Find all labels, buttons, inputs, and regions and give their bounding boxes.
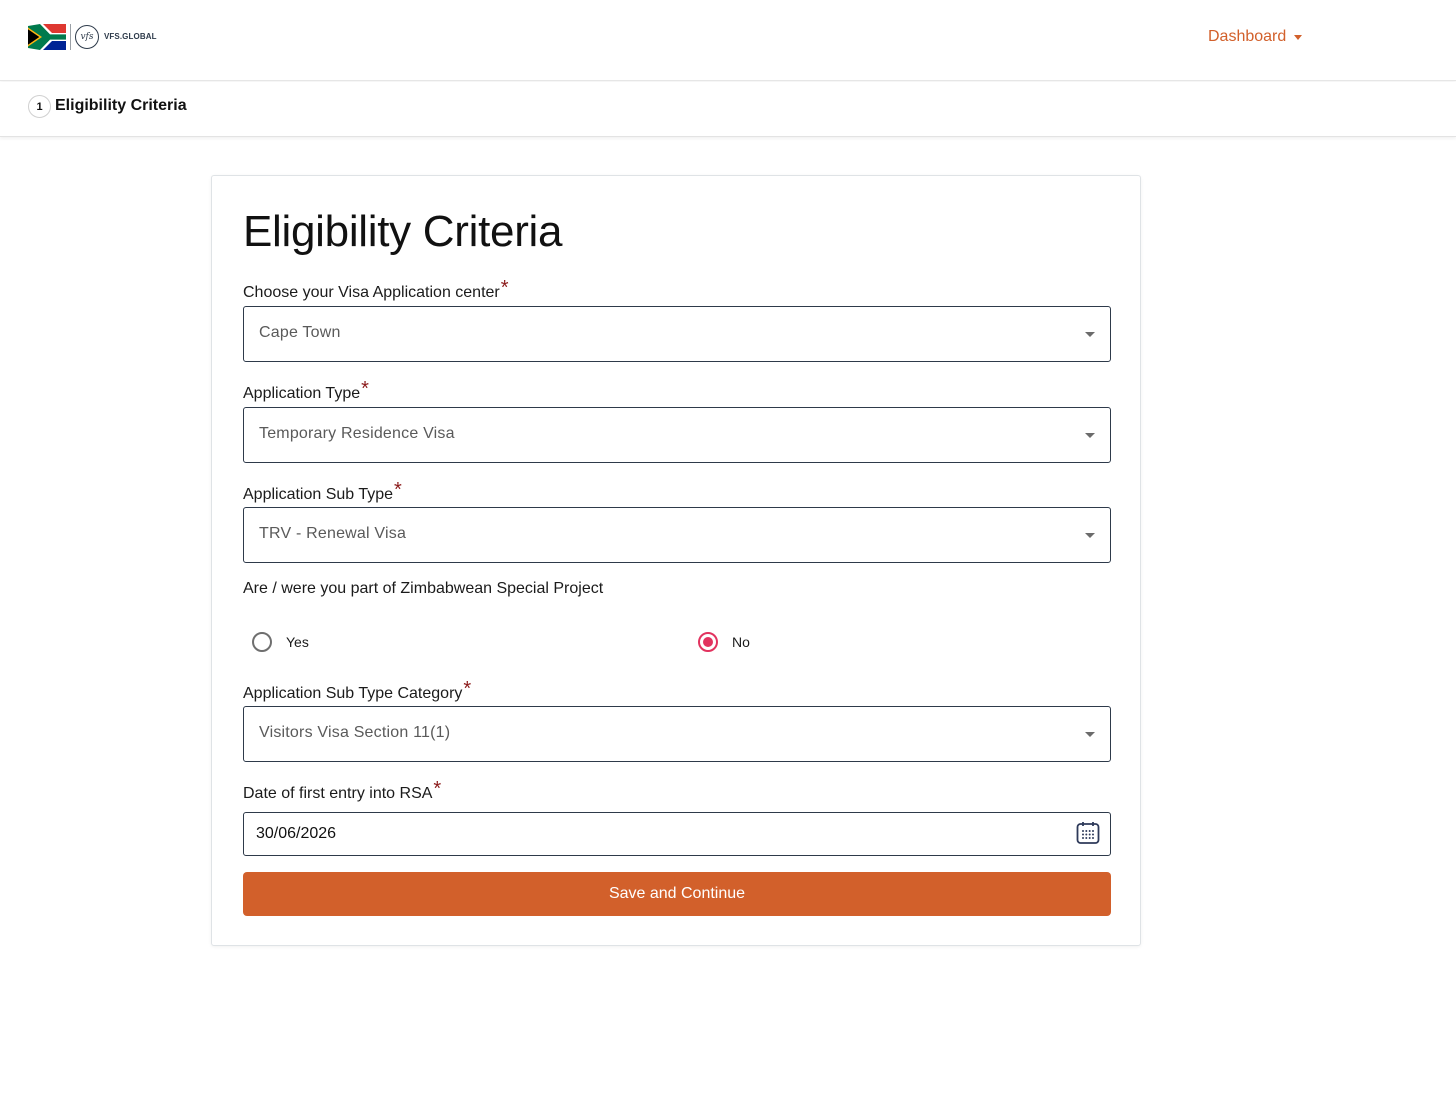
radio-no-label: No	[732, 634, 750, 650]
radio-yes-circle[interactable]	[252, 632, 272, 652]
required-marker: *	[394, 479, 402, 501]
application-type-label: Application Type*	[243, 378, 369, 402]
dropdown-arrow-icon	[1085, 332, 1095, 337]
visa-center-value: Cape Town	[259, 324, 341, 341]
step-label: Eligibility Criteria	[55, 97, 187, 114]
dropdown-arrow-icon	[1085, 533, 1095, 538]
caret-down-icon	[1294, 34, 1303, 40]
application-sub-type-select[interactable]: TRV - Renewal Visa	[243, 507, 1111, 563]
top-navbar: vfs VFS.GLOBAL Dashboard	[0, 0, 1456, 81]
sub-type-category-value: Visitors Visa Section 11(1)	[259, 724, 451, 741]
radio-no-circle[interactable]	[698, 632, 718, 652]
required-marker: *	[433, 778, 442, 800]
radio-no[interactable]: No	[698, 630, 750, 654]
step-number-badge: 1	[28, 95, 51, 118]
required-marker: *	[500, 277, 509, 299]
save-and-continue-button[interactable]: Save and Continue	[243, 872, 1111, 916]
logo-divider	[70, 23, 71, 50]
logo-text: VFS.GLOBAL	[104, 32, 157, 41]
sub-type-category-label: Application Sub Type Category*	[243, 678, 472, 702]
calendar-icon[interactable]	[1076, 821, 1100, 845]
south-africa-flag-icon	[28, 23, 66, 50]
required-marker: *	[361, 378, 369, 400]
application-type-select[interactable]: Temporary Residence Visa	[243, 407, 1111, 463]
application-type-value: Temporary Residence Visa	[259, 425, 455, 442]
dashboard-label: Dashboard	[1208, 28, 1287, 45]
visa-center-select[interactable]: Cape Town	[243, 306, 1111, 362]
visa-center-label: Choose your Visa Application center*	[243, 277, 509, 301]
zimbabwean-project-question: Are / were you part of Zimbabwean Specia…	[243, 580, 604, 597]
dropdown-arrow-icon	[1085, 433, 1095, 438]
radio-yes[interactable]: Yes	[252, 630, 309, 654]
dropdown-arrow-icon	[1085, 732, 1095, 737]
application-sub-type-label: Application Sub Type*	[243, 479, 402, 503]
required-marker: *	[463, 678, 472, 700]
sub-type-category-select[interactable]: Visitors Visa Section 11(1)	[243, 706, 1111, 762]
radio-yes-label: Yes	[286, 634, 309, 650]
dashboard-dropdown[interactable]: Dashboard	[1208, 28, 1303, 46]
eligibility-form-card: Eligibility Criteria Choose your Visa Ap…	[211, 175, 1141, 946]
stepper-bar: 1 Eligibility Criteria	[0, 82, 1456, 137]
page-title: Eligibility Criteria	[243, 207, 563, 256]
vfs-badge-icon: vfs	[75, 24, 99, 49]
first-entry-date-input[interactable]: 30/06/2026	[243, 812, 1111, 856]
vfs-global-logo[interactable]: vfs VFS.GLOBAL	[28, 23, 157, 50]
application-sub-type-value: TRV - Renewal Visa	[259, 525, 407, 542]
first-entry-date-label: Date of first entry into RSA*	[243, 778, 442, 802]
first-entry-date-value: 30/06/2026	[256, 825, 337, 842]
